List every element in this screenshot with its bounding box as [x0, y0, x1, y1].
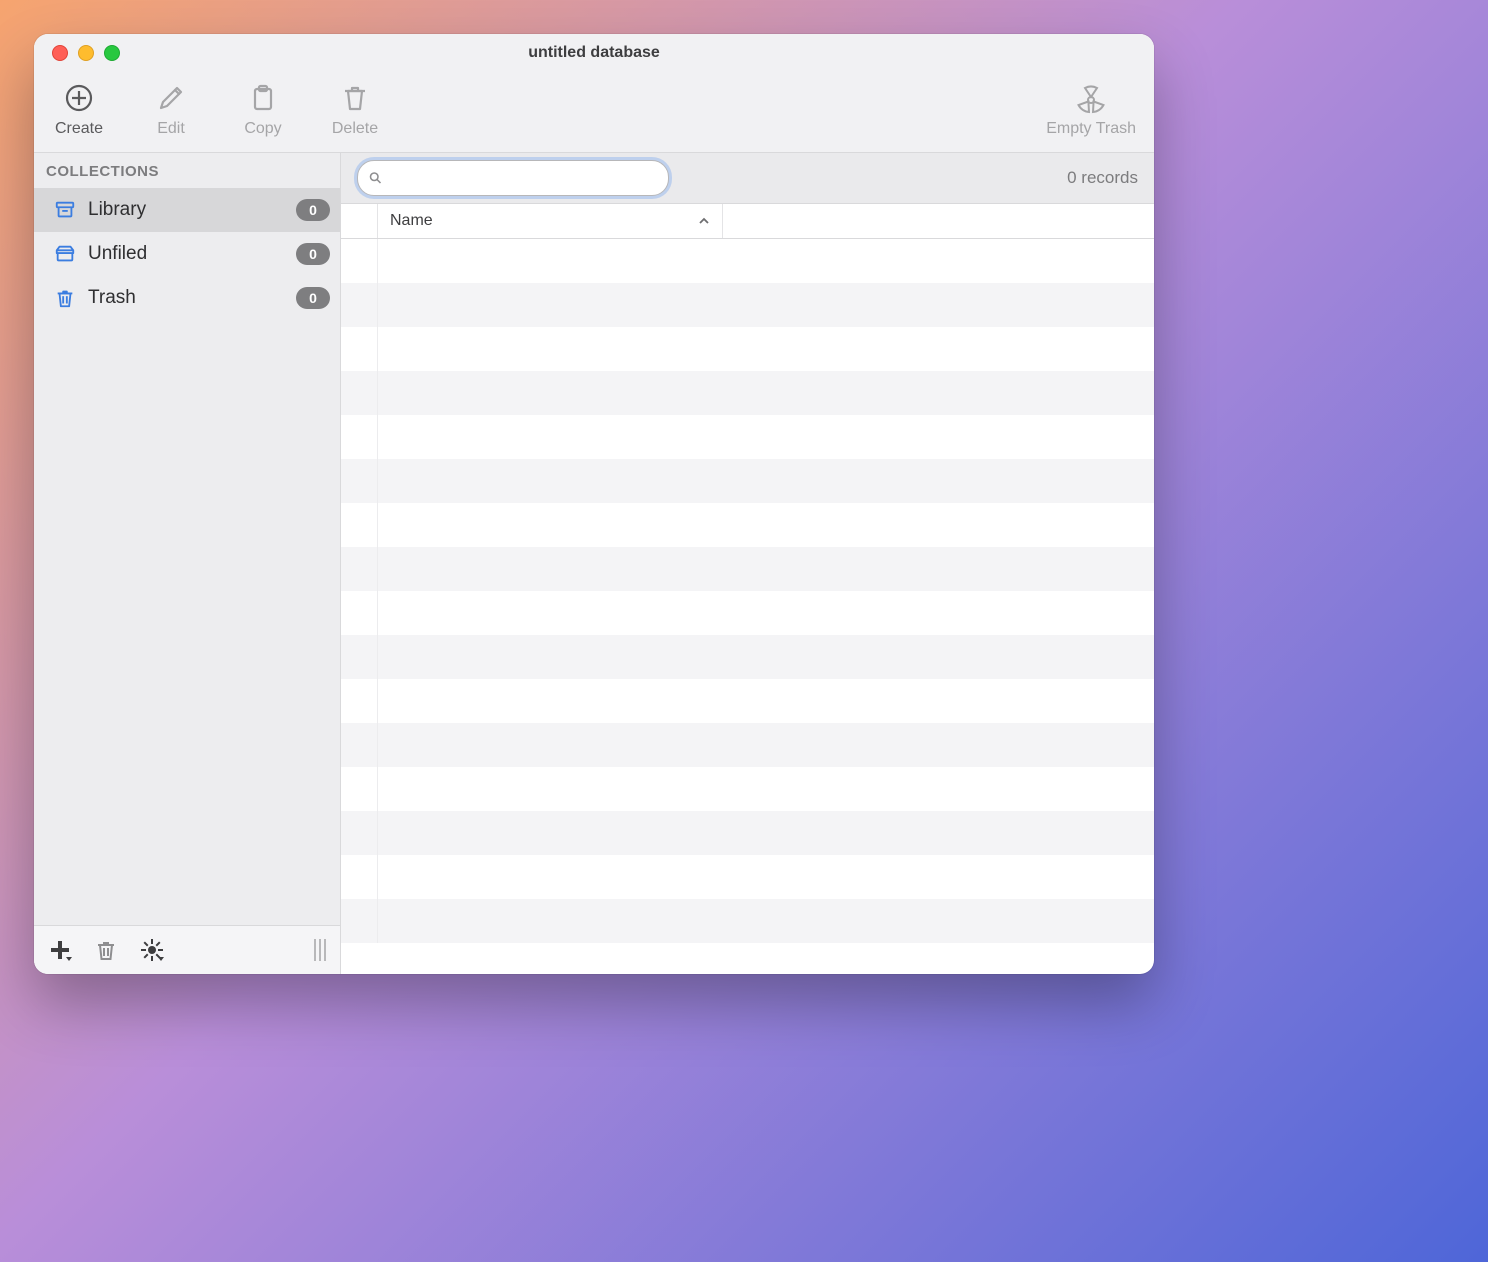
toolbar: Create Edit Copy Delete: [34, 72, 1154, 153]
table-row[interactable]: [341, 547, 1154, 591]
sidebar-list: Library 0 Unfiled 0: [34, 188, 340, 925]
table-row[interactable]: [341, 415, 1154, 459]
table-row[interactable]: [341, 459, 1154, 503]
sidebar-item-label: Unfiled: [88, 243, 284, 265]
search-field[interactable]: [357, 160, 669, 196]
edit-button[interactable]: Edit: [144, 82, 198, 138]
search-icon: [368, 171, 383, 186]
sidebar-item-unfiled[interactable]: Unfiled 0: [34, 232, 340, 276]
sidebar-item-library[interactable]: Library 0: [34, 188, 340, 232]
trash-icon: [339, 82, 371, 114]
search-input[interactable]: [358, 161, 668, 195]
copy-button-label: Copy: [244, 120, 281, 138]
close-window-button[interactable]: [52, 45, 68, 61]
table-row[interactable]: [341, 723, 1154, 767]
column-header-spacer: [723, 204, 1154, 238]
sidebar-item-count: 0: [296, 287, 330, 309]
record-count-label: 0 records: [1067, 168, 1138, 188]
table-body[interactable]: [341, 239, 1154, 974]
table-header: Name: [341, 204, 1154, 239]
sidebar-item-label: Trash: [88, 287, 284, 309]
sidebar-item-trash[interactable]: Trash 0: [34, 276, 340, 320]
table-row[interactable]: [341, 371, 1154, 415]
window-title: untitled database: [34, 44, 1154, 62]
settings-button[interactable]: [140, 938, 164, 962]
radioactive-icon: [1075, 82, 1107, 114]
window-body: COLLECTIONS Library 0: [34, 153, 1154, 974]
pencil-icon: [155, 82, 187, 114]
sidebar: COLLECTIONS Library 0: [34, 153, 341, 974]
clipboard-icon: [247, 82, 279, 114]
sidebar-footer: [34, 925, 340, 974]
table-gutter-header: [341, 204, 378, 238]
delete-button[interactable]: Delete: [328, 82, 382, 138]
create-button[interactable]: Create: [52, 82, 106, 138]
sort-asc-icon: [698, 215, 710, 227]
sidebar-resize-handle[interactable]: [314, 939, 326, 961]
table-row[interactable]: [341, 899, 1154, 943]
table-row[interactable]: [341, 767, 1154, 811]
app-window: untitled database Create Edit: [34, 34, 1154, 974]
sidebar-header: COLLECTIONS: [34, 153, 340, 188]
titlebar: untitled database: [34, 34, 1154, 72]
empty-trash-button-label: Empty Trash: [1046, 120, 1136, 138]
column-header-name[interactable]: Name: [378, 204, 723, 238]
plus-circle-icon: [63, 82, 95, 114]
table-row[interactable]: [341, 327, 1154, 371]
trash-icon: [54, 287, 76, 309]
delete-button-label: Delete: [332, 120, 378, 138]
empty-trash-button[interactable]: Empty Trash: [1046, 82, 1136, 138]
zoom-window-button[interactable]: [104, 45, 120, 61]
content-area: 0 records Name: [341, 153, 1154, 974]
create-button-label: Create: [55, 120, 103, 138]
add-collection-button[interactable]: [48, 938, 72, 962]
table-row[interactable]: [341, 855, 1154, 899]
archive-icon: [54, 199, 76, 221]
sidebar-item-count: 0: [296, 199, 330, 221]
table-row[interactable]: [341, 679, 1154, 723]
table-row[interactable]: [341, 591, 1154, 635]
table-row[interactable]: [341, 283, 1154, 327]
edit-button-label: Edit: [157, 120, 185, 138]
minimize-window-button[interactable]: [78, 45, 94, 61]
table-row[interactable]: [341, 635, 1154, 679]
table-row[interactable]: [341, 239, 1154, 283]
table-row[interactable]: [341, 503, 1154, 547]
copy-button[interactable]: Copy: [236, 82, 290, 138]
search-bar: 0 records: [341, 153, 1154, 204]
sidebar-item-label: Library: [88, 199, 284, 221]
sidebar-item-count: 0: [296, 243, 330, 265]
column-header-label: Name: [390, 212, 433, 230]
delete-collection-button[interactable]: [94, 938, 118, 962]
table-row[interactable]: [341, 811, 1154, 855]
window-controls: [52, 45, 120, 61]
inbox-icon: [54, 243, 76, 265]
